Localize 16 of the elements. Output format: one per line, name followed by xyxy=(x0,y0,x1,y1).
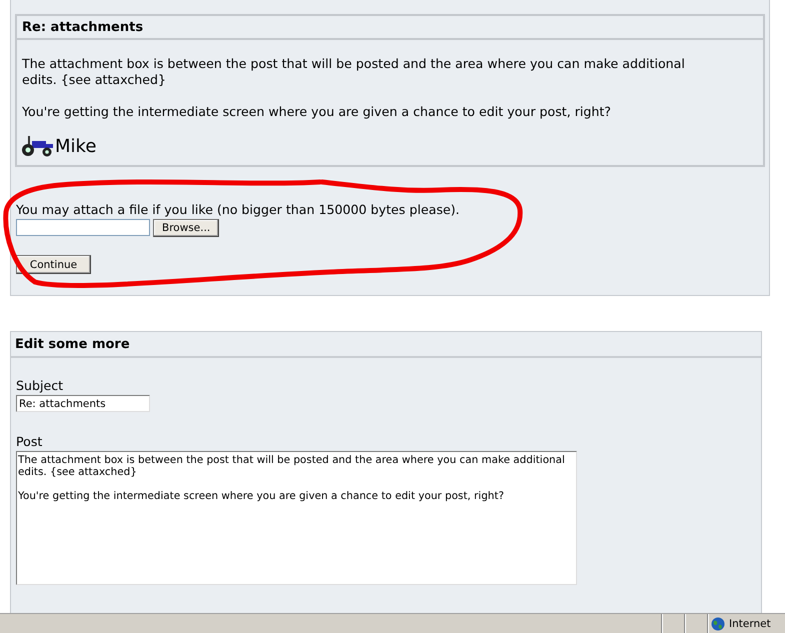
attach-prompt: You may attach a file if you like (no bigger than 150000 bytes please). xyxy=(16,202,461,217)
post-text: You're getting the intermediate screen where you are given a chance to edit your post, right? xyxy=(22,104,612,120)
post-title: Re: attachments xyxy=(17,16,763,40)
signature: Mike xyxy=(55,137,96,157)
zone-label: Internet xyxy=(729,618,771,630)
post-label: Post xyxy=(16,434,44,450)
post-field[interactable]: The attachment box is between the post that will be posted and the area where you can make additional edits. {see attaxched} You're getting the intermediate screen where you are given a chance to edit your post, right? xyxy=(16,451,577,585)
section-title: Edit some more xyxy=(11,332,761,358)
globe-icon xyxy=(711,616,725,630)
subject-field[interactable]: Re: attachments xyxy=(16,395,150,412)
continue-button[interactable]: Continue xyxy=(16,255,91,274)
post-text: The attachment box is between the post that will be posted and the area where you can make additional edits. {see attaxched} xyxy=(22,56,686,88)
file-field[interactable] xyxy=(16,219,150,236)
browse-button[interactable]: Browse... xyxy=(153,219,220,237)
subject-label: Subject xyxy=(16,378,64,394)
tractor-icon xyxy=(20,135,54,157)
